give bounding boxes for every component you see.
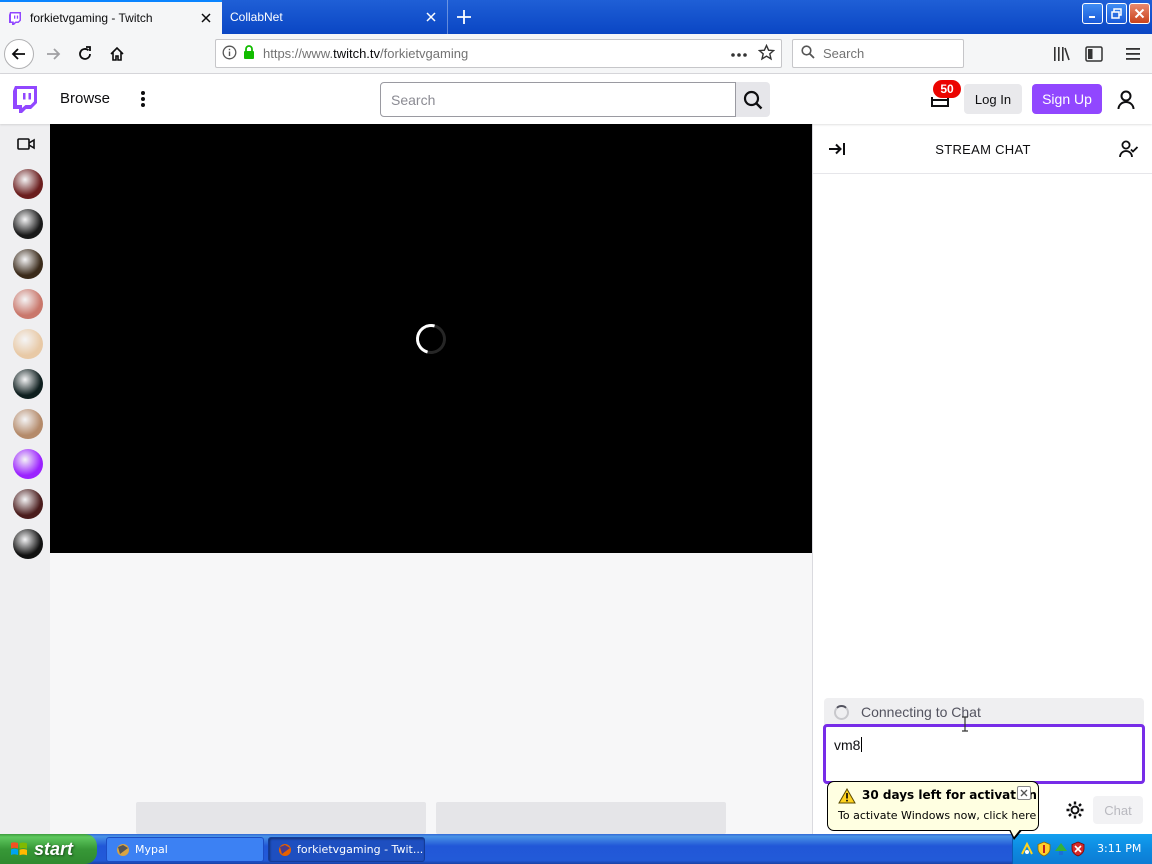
- system-tray: 3:11 PM: [1012, 834, 1152, 864]
- library-icon[interactable]: [1052, 44, 1072, 64]
- video-camera-icon[interactable]: [15, 134, 37, 154]
- back-arrow-icon[interactable]: [4, 39, 34, 69]
- connecting-status-bar: Connecting to Chat: [824, 698, 1144, 726]
- forward-arrow-icon[interactable]: [38, 39, 68, 69]
- taskbar-item-mypal[interactable]: Mypal: [106, 837, 264, 862]
- followed-channel-avatar[interactable]: [13, 489, 43, 519]
- windows-taskbar: start Mypal forkietvgaming - Twit... 3:1…: [0, 834, 1152, 864]
- chat-settings-gear-icon[interactable]: [1063, 798, 1087, 822]
- tab-twitch[interactable]: forkietvgaming - Twitch: [0, 0, 222, 34]
- tab-collabnet[interactable]: CollabNet: [222, 0, 448, 34]
- mypal-app-icon: [117, 843, 129, 856]
- taskbar-item-label: Mypal: [135, 843, 168, 856]
- signup-button[interactable]: Sign Up: [1032, 84, 1102, 114]
- url-text: https://www.twitch.tv/forkietvgaming: [263, 46, 469, 61]
- taskbar-item-firefox[interactable]: forkietvgaming - Twit...: [268, 837, 425, 862]
- connecting-spinner-icon: [834, 704, 849, 720]
- stream-chat-panel: STREAM CHAT Connecting to Chat vm8 Chat: [812, 124, 1152, 834]
- followed-channel-avatar[interactable]: [13, 329, 43, 359]
- followed-channel-avatar[interactable]: [13, 369, 43, 399]
- tab-title: CollabNet: [230, 10, 283, 24]
- user-profile-icon[interactable]: [1114, 88, 1138, 112]
- followed-channels-sidebar: [0, 124, 50, 834]
- window-close-button[interactable]: [1129, 3, 1150, 24]
- search-icon: [801, 45, 815, 62]
- update-tray-icon[interactable]: [1053, 841, 1069, 857]
- twitch-search-button[interactable]: [736, 82, 770, 117]
- balloon-tail-inner: [1009, 827, 1022, 837]
- close-tab-icon[interactable]: [198, 10, 214, 26]
- warning-icon: [838, 787, 856, 804]
- balloon-message[interactable]: To activate Windows now, click here: [838, 809, 1036, 822]
- network-tray-icon[interactable]: [1019, 841, 1035, 857]
- security-shield-icon[interactable]: [1036, 841, 1052, 857]
- content-placeholder: [436, 802, 726, 834]
- system-clock[interactable]: 3:11 PM: [1097, 842, 1141, 855]
- video-player[interactable]: [50, 124, 812, 553]
- taskbar-item-label: forkietvgaming - Twit...: [297, 843, 424, 856]
- followed-channel-avatar[interactable]: [13, 449, 43, 479]
- browser-tab-strip: forkietvgaming - Twitch CollabNet: [0, 0, 1152, 34]
- chat-header: STREAM CHAT: [813, 124, 1152, 174]
- browser-nav-bar: https://www.twitch.tv/forkietvgaming Sea…: [0, 34, 1152, 74]
- page-actions-icon[interactable]: [730, 46, 748, 61]
- followed-channel-avatar[interactable]: [13, 409, 43, 439]
- new-tab-plus-icon[interactable]: [452, 5, 476, 29]
- followed-channel-avatar[interactable]: [13, 209, 43, 239]
- windows-flag-icon: [11, 842, 27, 856]
- activation-balloon[interactable]: 30 days left for activation To activate …: [827, 781, 1039, 831]
- reload-icon[interactable]: [70, 39, 100, 69]
- notification-count-badge[interactable]: 50: [933, 80, 961, 98]
- chat-message-input[interactable]: vm8: [823, 724, 1145, 784]
- chat-title: STREAM CHAT: [935, 142, 1031, 157]
- followed-channel-avatar[interactable]: [13, 169, 43, 199]
- twitch-favicon-icon: [8, 11, 22, 25]
- lock-icon[interactable]: [243, 45, 255, 62]
- browser-search-field[interactable]: Search: [792, 39, 964, 68]
- followed-channel-avatar[interactable]: [13, 289, 43, 319]
- firefox-app-icon: [279, 843, 291, 856]
- loading-spinner-icon: [410, 318, 452, 360]
- browse-link[interactable]: Browse: [60, 90, 110, 107]
- followed-channel-avatar[interactable]: [13, 529, 43, 559]
- chat-send-button[interactable]: Chat: [1093, 796, 1143, 824]
- home-icon[interactable]: [102, 39, 132, 69]
- chat-input-value: vm8: [834, 737, 861, 753]
- tab-title: forkietvgaming - Twitch: [30, 11, 153, 25]
- window-restore-button[interactable]: [1106, 3, 1127, 24]
- window-minimize-button[interactable]: [1082, 3, 1103, 24]
- info-icon[interactable]: [222, 45, 237, 63]
- login-button[interactable]: Log In: [964, 84, 1022, 114]
- warning-shield-tray-icon[interactable]: [1070, 841, 1086, 857]
- hamburger-menu-icon[interactable]: [1123, 44, 1143, 64]
- start-label: start: [34, 838, 74, 859]
- content-placeholder: [136, 802, 426, 834]
- twitch-logo-icon[interactable]: [12, 85, 38, 113]
- bookmark-star-icon[interactable]: [757, 43, 776, 64]
- chat-users-icon[interactable]: [1118, 138, 1140, 160]
- sidebar-toggle-icon[interactable]: [1084, 44, 1104, 64]
- balloon-close-icon[interactable]: [1017, 786, 1031, 800]
- followed-channel-avatar[interactable]: [13, 249, 43, 279]
- search-icon: [743, 90, 763, 109]
- search-placeholder: Search: [823, 46, 865, 61]
- url-bar[interactable]: https://www.twitch.tv/forkietvgaming: [215, 39, 782, 68]
- twitch-top-nav: Browse Log In Sign Up: [0, 74, 1152, 124]
- twitch-search-input[interactable]: [380, 82, 736, 117]
- close-tab-icon[interactable]: [423, 9, 439, 25]
- text-cursor-ibeam-icon: [961, 716, 969, 735]
- start-button[interactable]: start: [0, 834, 97, 864]
- more-vertical-icon[interactable]: [133, 88, 153, 110]
- balloon-title: 30 days left for activation: [862, 788, 1037, 802]
